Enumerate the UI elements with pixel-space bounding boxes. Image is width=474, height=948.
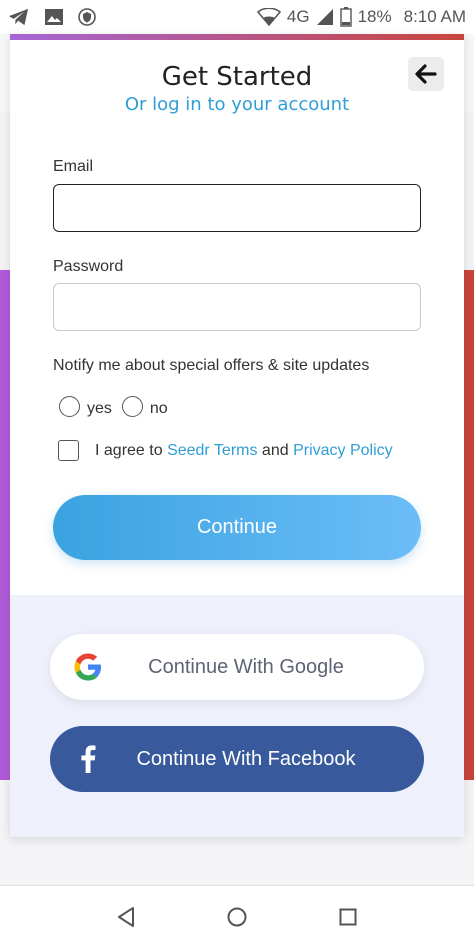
home-circle-icon[interactable] [226,906,248,928]
arrow-left-icon [415,64,437,84]
modal-title: Get Started [161,62,313,92]
back-button[interactable] [408,57,444,91]
back-triangle-icon[interactable] [116,906,136,928]
clock: 8:10 AM [403,7,466,26]
modal-gradient-bar [10,34,464,40]
vpn-shield-icon [78,8,96,26]
google-icon [72,651,104,683]
notify-radio-group: yes no [59,394,178,418]
signup-modal: Get Started Or log in to your account Em… [10,34,464,837]
status-bar: 4G 18% 8:10 AM [0,0,474,34]
continue-button[interactable]: Continue [53,495,421,560]
google-login-button[interactable]: Continue With Google [50,634,424,700]
radio-no-label[interactable]: no [150,400,168,418]
image-icon [44,8,64,26]
notify-label: Notify me about special offers & site up… [53,357,370,374]
network-type: 4G [286,7,310,26]
agree-and: and [261,441,289,459]
terms-agreement: I agree to Seedr Terms and Privacy Polic… [58,440,393,461]
radio-no[interactable] [121,395,143,417]
battery-icon [339,7,352,27]
recents-square-icon[interactable] [338,907,358,927]
facebook-login-label: Continue With Facebook [136,747,356,770]
battery-percent: 18% [357,7,392,26]
google-login-label: Continue With Google [148,655,344,678]
email-field[interactable] [53,184,421,232]
email-label: Email [53,158,94,175]
terms-checkbox[interactable] [58,440,79,461]
agree-prefix: I agree to [95,441,163,459]
facebook-login-button[interactable]: Continue With Facebook [50,726,424,792]
password-field[interactable] [53,283,421,331]
password-label: Password [53,258,124,275]
social-login-panel: Continue With Google Continue With Faceb… [10,595,464,837]
signal-icon [316,8,334,26]
wifi-icon [256,8,281,26]
terms-link[interactable]: Seedr Terms [167,442,257,460]
radio-yes[interactable] [59,395,80,417]
radio-yes-label[interactable]: yes [87,400,112,418]
privacy-link[interactable]: Privacy Policy [293,442,393,460]
navigation-bar [0,885,474,948]
telegram-icon [8,7,30,27]
facebook-icon [80,745,96,773]
login-link[interactable]: Or log in to your account [10,94,464,115]
